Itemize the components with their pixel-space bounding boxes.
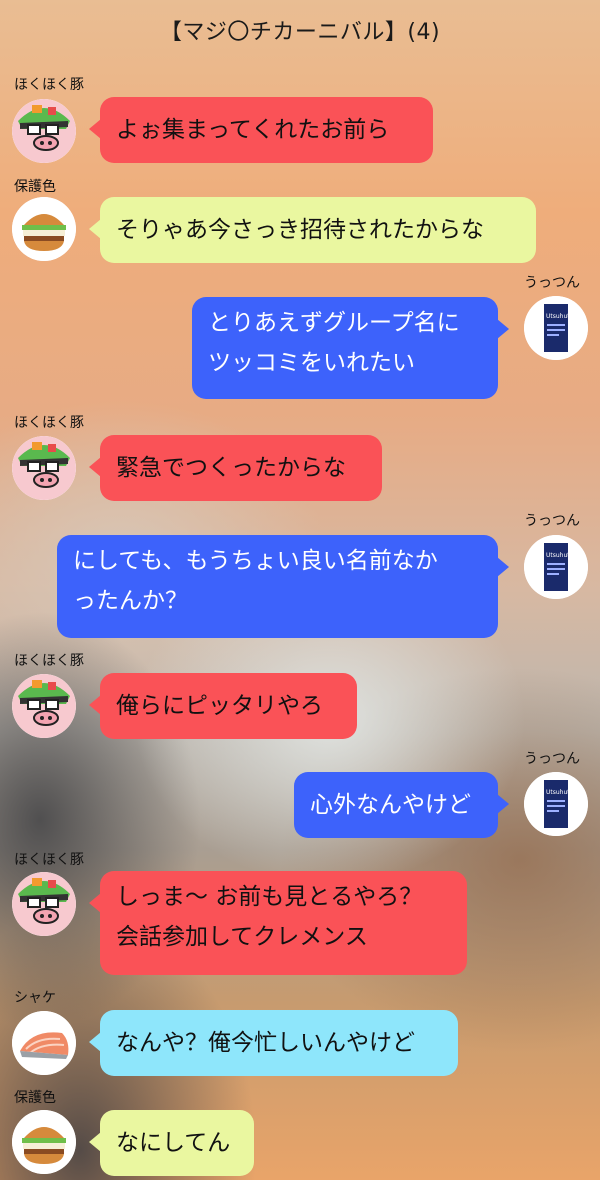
message-line: とりあえずグループ名に: [208, 310, 460, 336]
sender-name: 保護色: [14, 1090, 56, 1106]
sender-name: ほくほく豚: [14, 852, 84, 868]
message-line: ツッコミをいれたい: [208, 350, 415, 376]
message-bubble[interactable]: とりあえずグループ名に ツッコミをいれたい: [192, 297, 509, 399]
sender-name: うっつん: [524, 513, 580, 529]
book-cover-avatar-icon[interactable]: Utsuhuton: [524, 535, 588, 599]
burger-avatar-icon[interactable]: [12, 197, 76, 261]
message-bubble[interactable]: しっま〜 お前も見とるやろ？ 会話参加してクレメンス: [89, 871, 467, 975]
book-cover-avatar-icon[interactable]: Utsuhuton: [524, 296, 588, 360]
pig-avatar-icon[interactable]: [12, 872, 76, 936]
pig-avatar-icon[interactable]: [12, 99, 76, 163]
burger-avatar-icon[interactable]: [12, 1110, 76, 1174]
pig-avatar-icon[interactable]: [12, 674, 76, 738]
message-bubble[interactable]: なんや？俺今忙しいんやけど: [89, 1010, 458, 1076]
sender-name: ほくほく豚: [14, 415, 84, 431]
book-brand-text: Utsuhuton: [546, 313, 577, 320]
message-line: にしても、もうちょい良い名前なか: [73, 548, 438, 574]
sender-name: うっつん: [524, 751, 580, 767]
sender-name: うっつん: [524, 275, 580, 291]
book-cover-avatar-icon[interactable]: Utsuhuton: [524, 772, 588, 836]
book-brand-text: Utsuhuton: [546, 789, 577, 796]
pig-avatar-icon[interactable]: [12, 436, 76, 500]
message-line: ったんか？: [73, 588, 188, 614]
message-bubble[interactable]: にしても、もうちょい良い名前なか ったんか？: [57, 535, 509, 638]
message-bubble[interactable]: なにしてん: [89, 1110, 254, 1176]
message-bubble[interactable]: 俺らにピッタリやろ: [89, 673, 357, 739]
message-bubble[interactable]: よぉ集まってくれたお前ら: [89, 97, 433, 163]
message-bubble[interactable]: そりゃあ今さっき招待されたからな: [89, 197, 536, 263]
sender-name: ほくほく豚: [14, 653, 84, 669]
chat-title: 【マジ〇チカーニバル】(4): [159, 20, 441, 45]
message-bubble[interactable]: 緊急でつくったからな: [89, 435, 382, 501]
message-line: しっま〜 お前も見とるやろ？: [116, 884, 423, 910]
sender-name: ほくほく豚: [14, 77, 84, 93]
sender-name: 保護色: [14, 179, 56, 195]
sender-name: シャケ: [14, 990, 56, 1006]
book-brand-text: Utsuhuton: [546, 552, 577, 559]
message-line: 会話参加してクレメンス: [116, 924, 368, 950]
message-bubble[interactable]: 心外なんやけど: [294, 772, 509, 838]
salmon-avatar-icon[interactable]: [12, 1011, 76, 1075]
